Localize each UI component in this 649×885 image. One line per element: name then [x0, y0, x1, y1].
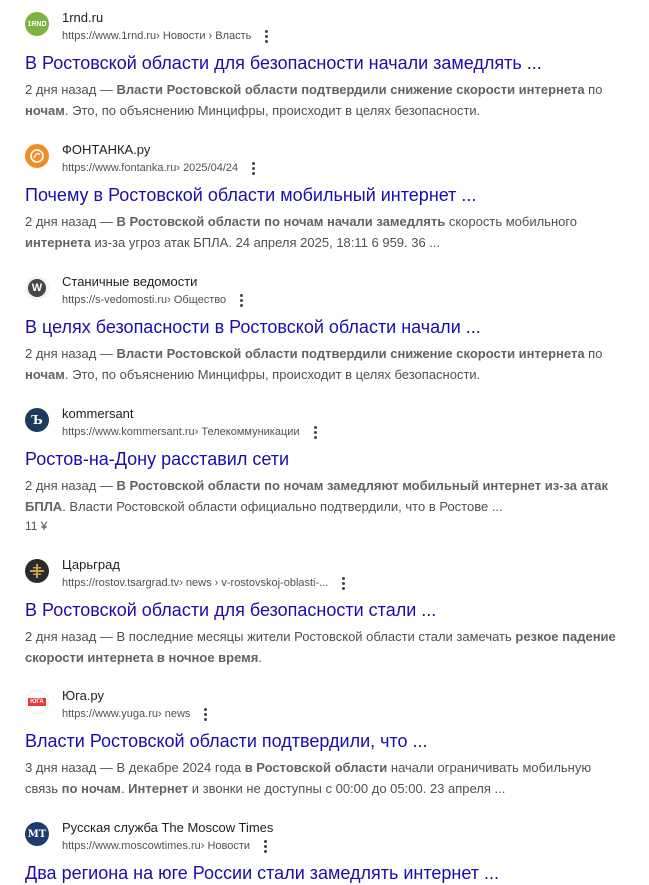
snippet-text: 2 дня назад —: [25, 82, 117, 97]
search-result: Царьград https://rostov.tsargrad.tv › ne…: [25, 557, 625, 668]
moscow-times-favicon-icon: MT: [25, 822, 49, 846]
site-name: kommersant: [62, 406, 134, 421]
more-options-icon[interactable]: [260, 839, 270, 853]
kommersant-favicon-icon: Ъ: [25, 408, 49, 432]
result-title-link[interactable]: Власти Ростовской области подтвердили, ч…: [25, 729, 625, 753]
more-options-icon[interactable]: [310, 425, 320, 439]
search-result: MT Русская служба The Moscow Times https…: [25, 820, 625, 885]
result-snippet: 2 дня назад — В последние месяцы жители …: [25, 626, 625, 668]
snippet-text: .: [258, 650, 262, 665]
result-source[interactable]: Ъ kommersant https://www.kommersant.ru ›…: [25, 406, 625, 442]
snippet-text: 3 дня назад — В декабре 2024 года: [25, 760, 245, 775]
result-source[interactable]: 1RND 1rnd.ru https://www.1rnd.ru › Новос…: [25, 10, 625, 46]
snippet-highlight: ночам: [25, 103, 65, 118]
result-source[interactable]: ФОНТАНКА.ру https://www.fontanka.ru › 20…: [25, 142, 625, 178]
site-name: ФОНТАНКА.ру: [62, 142, 151, 157]
snippet-text: скорость мобильного: [445, 214, 578, 229]
result-snippet: 2 дня назад — Власти Ростовской области …: [25, 343, 625, 385]
result-url: https://www.yuga.ru: [62, 708, 158, 720]
result-snippet: 3 дня назад — В декабре 2024 года в Рост…: [25, 757, 625, 799]
snippet-text: 2 дня назад — В последние месяцы жители …: [25, 629, 516, 644]
site-name: Царьград: [62, 557, 120, 572]
result-path: › Телекоммуникации: [194, 426, 300, 438]
snippet-highlight: интернета: [25, 235, 91, 250]
result-url: https://www.kommersant.ru: [62, 426, 195, 438]
snippet-highlight: по ночам: [61, 781, 121, 796]
url-row: https://www.kommersant.ru › Телекоммуник…: [62, 425, 320, 439]
result-path: › news › v-rostovskoj-oblasti-...: [179, 577, 329, 589]
url-row: https://www.1rnd.ru › Новости › Власть: [62, 29, 271, 43]
more-options-icon[interactable]: [200, 707, 210, 721]
result-source[interactable]: Царьград https://rostov.tsargrad.tv › ne…: [25, 557, 625, 593]
search-result: W Станичные ведомости https://s-vedomost…: [25, 274, 625, 385]
result-title-link[interactable]: В Ростовской области для безопасности на…: [25, 51, 625, 75]
more-options-icon[interactable]: [248, 161, 258, 175]
snippet-text: по: [584, 82, 603, 97]
snippet-text: из-за угроз атак БПЛА. 24 апреля 2025, 1…: [90, 235, 441, 250]
url-row: https://s-vedomosti.ru › Общество: [62, 293, 246, 307]
snippet-highlight: ночам: [25, 367, 65, 382]
snippet-text: 2 дня назад —: [25, 346, 117, 361]
result-url: https://s-vedomosti.ru: [62, 294, 168, 306]
url-row: https://rostov.tsargrad.tv › news › v-ro…: [62, 576, 348, 590]
search-result: Ъ kommersant https://www.kommersant.ru ›…: [25, 406, 625, 535]
more-options-icon[interactable]: [236, 293, 246, 307]
snippet-text: 2 дня назад —: [25, 214, 117, 229]
more-options-icon[interactable]: [338, 576, 348, 590]
1rnd-favicon-icon: 1RND: [25, 12, 49, 36]
site-name: 1rnd.ru: [62, 10, 104, 25]
search-result: 1RND 1rnd.ru https://www.1rnd.ru › Новос…: [25, 10, 625, 121]
result-title-link[interactable]: В целях безопасности в Ростовской област…: [25, 315, 625, 339]
result-title-link[interactable]: Ростов-на-Дону расставил сети: [25, 447, 625, 471]
result-source[interactable]: MT Русская служба The Moscow Times https…: [25, 820, 625, 856]
result-url: https://www.moscowtimes.ru: [62, 840, 201, 852]
result-title-link[interactable]: Два региона на юге России стали замедлят…: [25, 861, 625, 885]
result-url: https://www.fontanka.ru: [62, 162, 177, 174]
snippet-text: . Это, по объяснению Минцифры, происходи…: [64, 103, 481, 118]
result-snippet: 2 дня назад — В Ростовской области по но…: [25, 475, 625, 517]
result-url: https://rostov.tsargrad.tv: [62, 577, 180, 589]
snippet-text: . Власти Ростовской области официально п…: [62, 499, 503, 514]
snippet-highlight: в Ростовской области: [244, 760, 388, 775]
search-result: ФОНТАНКА.ру https://www.fontanka.ru › 20…: [25, 142, 625, 253]
snippet-highlight: Власти Ростовской области подтвердили сн…: [116, 346, 585, 361]
snippet-text: . Это, по объяснению Минцифры, происходи…: [64, 367, 481, 382]
wordpress-favicon-icon: W: [25, 276, 49, 300]
result-extra: 11 ¥: [25, 519, 48, 533]
more-options-icon[interactable]: [261, 29, 271, 43]
result-snippet: 2 дня назад — Власти Ростовской области …: [25, 79, 625, 121]
tsargrad-favicon-icon: [25, 559, 49, 583]
snippet-highlight: Интернет: [128, 781, 189, 796]
snippet-text: и звонки не доступны с 00:00 до 05:00. 2…: [188, 781, 506, 796]
search-result: ЮГА Юга.ру https://www.yuga.ru › news Вл…: [25, 688, 625, 799]
url-row: https://www.fontanka.ru › 2025/04/24: [62, 161, 258, 175]
site-name: Юга.ру: [62, 688, 105, 703]
snippet-highlight: Власти Ростовской области подтвердили сн…: [116, 82, 585, 97]
result-title-link[interactable]: Почему в Ростовской области мобильный ин…: [25, 183, 625, 207]
site-name: Русская служба The Moscow Times: [62, 820, 274, 835]
result-title-link[interactable]: В Ростовской области для безопасности ст…: [25, 598, 625, 622]
site-name: Станичные ведомости: [62, 274, 198, 289]
result-source[interactable]: W Станичные ведомости https://s-vedomost…: [25, 274, 625, 310]
result-path: › Общество: [167, 294, 227, 306]
url-row: https://www.moscowtimes.ru › Новости: [62, 839, 270, 853]
result-path: › 2025/04/24: [176, 162, 239, 174]
snippet-text: 2 дня назад —: [25, 478, 117, 493]
result-path: › Новости: [200, 840, 251, 852]
fontanka-favicon-icon: [25, 144, 49, 168]
snippet-text: по: [584, 346, 603, 361]
result-path: › Новости › Власть: [156, 30, 252, 42]
result-path: › news: [158, 708, 191, 720]
result-snippet: 2 дня назад — В Ростовской области по но…: [25, 211, 625, 253]
result-source[interactable]: ЮГА Юга.ру https://www.yuga.ru › news: [25, 688, 625, 724]
snippet-highlight: В Ростовской области по ночам начали зам…: [116, 214, 446, 229]
yuga-favicon-icon: ЮГА: [25, 690, 49, 714]
result-url: https://www.1rnd.ru: [62, 30, 157, 42]
url-row: https://www.yuga.ru › news: [62, 707, 210, 721]
